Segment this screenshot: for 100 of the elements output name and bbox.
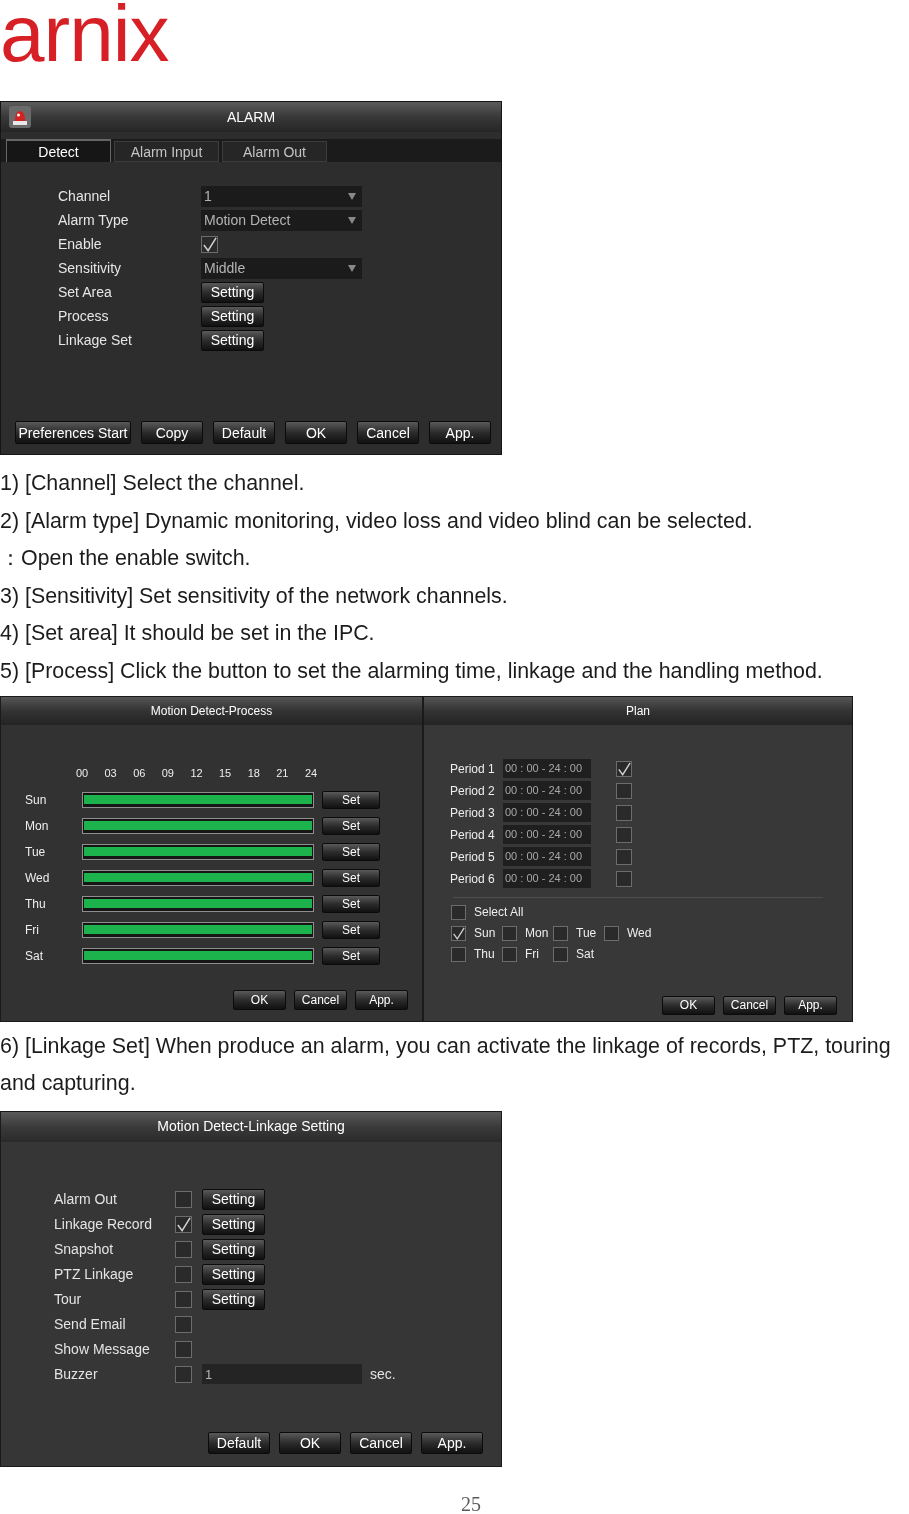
dropdown[interactable]: Motion Detect xyxy=(201,209,362,231)
dialog-button[interactable]: Default xyxy=(208,1431,270,1454)
instruction-text: 3) [Sensitivity] Set sensitivity of the network channels. xyxy=(0,582,508,610)
dialog-button[interactable]: Cancel xyxy=(723,995,776,1015)
checkbox[interactable] xyxy=(604,925,619,941)
setting-button[interactable]: Setting xyxy=(202,1263,265,1285)
option-label: Alarm Out xyxy=(54,1189,118,1209)
field-label: Sensitivity xyxy=(58,258,123,278)
window-title: Motion Detect-Linkage Setting xyxy=(1,1111,501,1142)
setting-button[interactable]: Setting xyxy=(201,329,264,351)
set-button[interactable]: Set xyxy=(322,842,380,861)
checkbox[interactable] xyxy=(616,804,632,821)
dialog-button[interactable]: OK xyxy=(662,995,715,1015)
instruction-text: 4) [Set area] It should be set in the IPC. xyxy=(0,620,375,648)
dialog-button[interactable]: Cancel xyxy=(350,1431,412,1454)
dropdown[interactable]: Middle xyxy=(201,257,362,279)
dialog-button[interactable]: OK xyxy=(233,989,286,1010)
tab[interactable]: Alarm Out xyxy=(222,141,327,162)
checkbox[interactable] xyxy=(553,946,568,962)
checkbox[interactable] xyxy=(616,760,632,777)
check-icon xyxy=(202,236,217,252)
checkbox[interactable] xyxy=(616,782,632,799)
set-button[interactable]: Set xyxy=(322,790,380,809)
checkbox[interactable] xyxy=(451,946,466,962)
time-range-field[interactable]: 00 : 00 - 24 : 00 xyxy=(503,825,591,845)
field-label: Process xyxy=(58,306,110,326)
dialog-button[interactable]: App. xyxy=(421,1431,483,1454)
option-label: Select All xyxy=(474,904,524,922)
dialog-button[interactable]: Cancel xyxy=(294,989,347,1010)
dialog-button[interactable]: Copy xyxy=(141,421,203,444)
setting-button[interactable]: Setting xyxy=(202,1188,265,1210)
checkbox[interactable] xyxy=(553,925,568,941)
time-range-field[interactable]: 00 : 00 - 24 : 00 xyxy=(503,803,591,823)
schedule-track[interactable] xyxy=(82,895,314,912)
checkbox[interactable] xyxy=(175,1340,192,1358)
time-range-field[interactable]: 00 : 00 - 24 : 00 xyxy=(503,869,591,889)
set-button[interactable]: Set xyxy=(322,946,380,965)
dialog-button[interactable]: OK xyxy=(285,421,347,444)
checkbox[interactable] xyxy=(616,826,632,843)
field-label: Alarm Type xyxy=(58,210,130,230)
time-range-field[interactable]: 00 : 00 - 24 : 00 xyxy=(503,759,591,779)
field-label: Enable xyxy=(58,234,103,254)
set-button[interactable]: Set xyxy=(322,894,380,913)
siren-icon xyxy=(9,106,31,128)
dialog-button[interactable]: App. xyxy=(784,995,837,1015)
tab[interactable]: Alarm Input xyxy=(114,141,219,162)
checkbox[interactable] xyxy=(175,1265,192,1283)
time-range-field[interactable]: 00 : 00 - 24 : 00 xyxy=(503,847,591,867)
schedule-track[interactable] xyxy=(82,947,314,964)
checkbox[interactable] xyxy=(502,946,517,962)
period-label: Period 6 xyxy=(450,870,496,888)
dialog-button[interactable]: App. xyxy=(355,989,408,1010)
dialog-button[interactable]: Default xyxy=(213,421,275,444)
checkbox[interactable] xyxy=(175,1365,192,1383)
checkbox[interactable] xyxy=(175,1315,192,1333)
period-label: Period 3 xyxy=(450,804,496,822)
checkbox[interactable] xyxy=(616,848,632,865)
checkbox[interactable] xyxy=(175,1215,192,1233)
period-label: Period 5 xyxy=(450,848,496,866)
dialog-button[interactable]: Preferences Start xyxy=(15,421,131,444)
checkbox[interactable] xyxy=(201,235,218,253)
setting-button[interactable]: Setting xyxy=(201,305,264,327)
window-title: Motion Detect-Process xyxy=(1,696,422,725)
day-label: Wed xyxy=(25,869,51,887)
input-field[interactable]: 1 xyxy=(202,1364,362,1385)
setting-button[interactable]: Setting xyxy=(202,1238,265,1260)
day-label: Sun xyxy=(474,925,496,943)
hour-label: 09 xyxy=(160,765,175,781)
dialog-button[interactable]: OK xyxy=(279,1431,341,1454)
checkbox[interactable] xyxy=(451,904,466,920)
checkbox[interactable] xyxy=(175,1290,192,1308)
day-label: Fri xyxy=(525,946,539,964)
dialog-button[interactable]: Cancel xyxy=(357,421,419,444)
setting-button[interactable]: Setting xyxy=(202,1288,265,1310)
checkbox[interactable] xyxy=(175,1190,192,1208)
time-range-field[interactable]: 00 : 00 - 24 : 00 xyxy=(503,781,591,801)
set-button[interactable]: Set xyxy=(322,920,380,939)
checkbox[interactable] xyxy=(616,870,632,887)
set-button[interactable]: Set xyxy=(322,816,380,835)
schedule-track[interactable] xyxy=(82,817,314,834)
schedule-track[interactable] xyxy=(82,791,314,808)
dropdown[interactable]: 1 xyxy=(201,185,362,207)
checkbox[interactable] xyxy=(502,925,517,941)
schedule-track[interactable] xyxy=(82,869,314,886)
day-label: Thu xyxy=(474,946,495,964)
hour-label: 12 xyxy=(189,765,204,781)
schedule-track[interactable] xyxy=(82,843,314,860)
tab[interactable]: Detect xyxy=(6,139,111,162)
schedule-track[interactable] xyxy=(82,921,314,938)
set-button[interactable]: Set xyxy=(322,868,380,887)
day-label: Sat xyxy=(25,947,44,965)
instruction-text: ：Open the enable switch. xyxy=(0,545,251,573)
checkbox[interactable] xyxy=(451,925,466,941)
setting-button[interactable]: Setting xyxy=(202,1213,265,1235)
dialog-button[interactable]: App. xyxy=(429,421,491,444)
checkbox[interactable] xyxy=(175,1240,192,1258)
period-label: Period 1 xyxy=(450,760,496,778)
setting-button[interactable]: Setting xyxy=(201,281,264,303)
hour-label: 24 xyxy=(304,765,318,781)
day-label: Sun xyxy=(25,791,48,809)
